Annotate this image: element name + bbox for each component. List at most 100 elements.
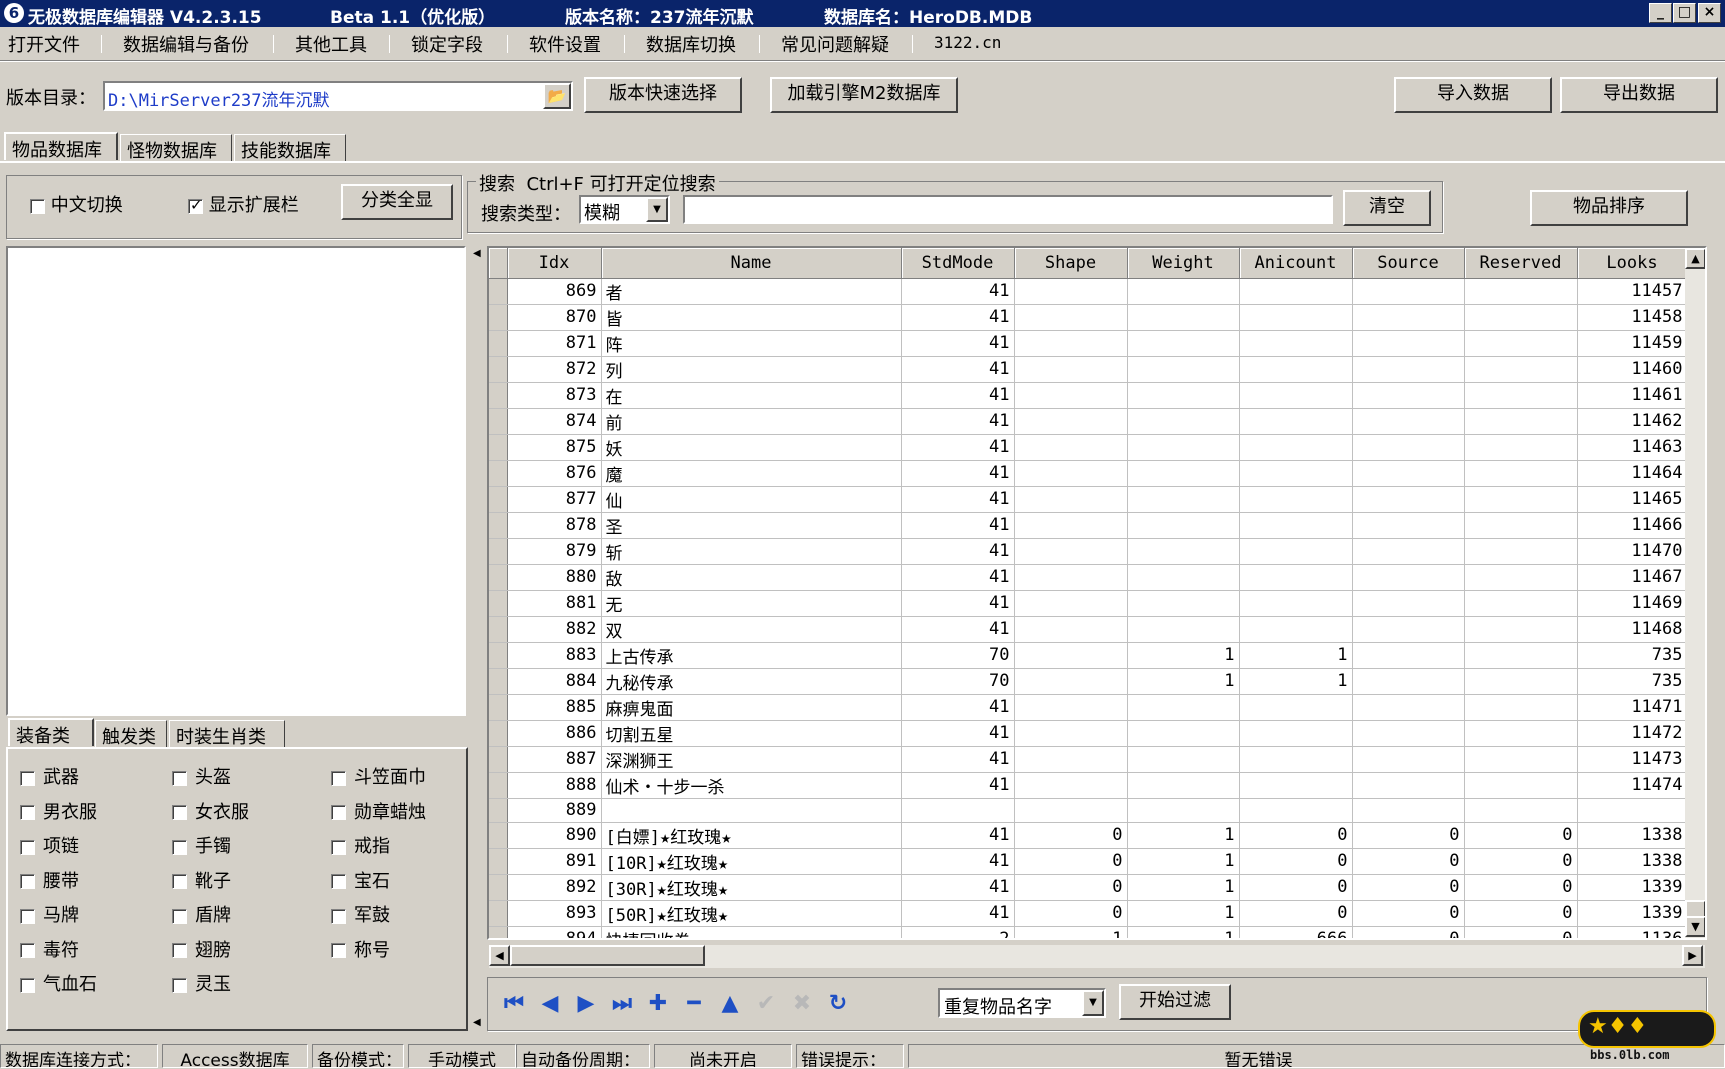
tab-monster-db[interactable]: 怪物数据库: [120, 134, 232, 162]
cell-stdmode[interactable]: 41: [901, 616, 1015, 643]
hscroll-thumb[interactable]: [510, 945, 705, 966]
start-filter-button[interactable]: 开始过滤: [1119, 984, 1231, 1020]
tab-skill-db[interactable]: 技能数据库: [234, 134, 346, 162]
cell-anicount[interactable]: [1239, 772, 1353, 799]
items-grid[interactable]: Idx Name StdMode Shape Weight Anicount Source R…: [487, 246, 1707, 940]
cell-looks[interactable]: 1338: [1577, 822, 1688, 849]
cell-source[interactable]: [1352, 356, 1465, 383]
cell-looks[interactable]: 11459: [1577, 330, 1688, 357]
cell-reserved[interactable]: [1464, 538, 1578, 565]
category-checkbox[interactable]: 戒指: [331, 832, 390, 858]
cell-shape[interactable]: [1014, 668, 1128, 695]
cell-weight[interactable]: [1127, 434, 1240, 461]
scroll-down-icon[interactable]: ▼: [1685, 916, 1705, 937]
cell-name[interactable]: 深渊狮王: [601, 746, 902, 773]
cell-source[interactable]: [1352, 460, 1465, 487]
cell-shape[interactable]: [1014, 746, 1128, 773]
table-row[interactable]: 893 [50R]★红玫瑰★ 41 0 1 0 0 0 1339: [489, 900, 1697, 927]
cell-reserved[interactable]: 0: [1464, 926, 1578, 938]
table-row[interactable]: 887 深渊狮王 41 11473: [489, 746, 1697, 773]
import-button[interactable]: 导入数据: [1394, 77, 1552, 113]
cell-anicount[interactable]: [1239, 590, 1353, 617]
cell-stdmode[interactable]: [901, 798, 1015, 823]
table-row[interactable]: 890 [白嫖]★红玫瑰★ 41 0 1 0 0 0 1338: [489, 822, 1697, 849]
quick-select-button[interactable]: 版本快速选择: [584, 77, 742, 113]
menu-faq[interactable]: 常见问题解疑: [781, 31, 889, 57]
table-row[interactable]: 883 上古传承 70 1 1 735: [489, 642, 1697, 669]
category-box[interactable]: [172, 839, 187, 855]
tab-equipment[interactable]: 装备类: [8, 718, 94, 747]
category-box[interactable]: [172, 770, 187, 786]
cell-weight[interactable]: [1127, 356, 1240, 383]
cell-anicount[interactable]: [1239, 538, 1353, 565]
table-row[interactable]: 880 敌 41 11467: [489, 564, 1697, 591]
cell-stdmode[interactable]: 41: [901, 278, 1015, 305]
cell-stdmode[interactable]: 41: [901, 822, 1015, 849]
cell-reserved[interactable]: [1464, 746, 1578, 773]
menu-db-switch[interactable]: 数据库切换: [646, 31, 736, 57]
cell-idx[interactable]: 893: [507, 900, 602, 927]
cell-weight[interactable]: 1: [1127, 848, 1240, 875]
cell-name[interactable]: 者: [601, 278, 902, 305]
cell-source[interactable]: [1352, 564, 1465, 591]
cell-weight[interactable]: [1127, 564, 1240, 591]
column-header-weight[interactable]: Weight: [1127, 248, 1240, 279]
cell-reserved[interactable]: [1464, 772, 1578, 799]
dir-input[interactable]: D:\MirServer237流年沉默 📂: [103, 81, 573, 111]
table-row[interactable]: 878 圣 41 11466: [489, 512, 1697, 539]
cell-idx[interactable]: 882: [507, 616, 602, 643]
cell-reserved[interactable]: [1464, 564, 1578, 591]
cell-anicount[interactable]: [1239, 304, 1353, 331]
category-checkbox[interactable]: 女衣服: [172, 798, 249, 824]
category-checkbox[interactable]: 宝石: [331, 867, 390, 893]
insert-record-icon[interactable]: ✚: [644, 992, 672, 1018]
category-box[interactable]: [20, 874, 35, 889]
cell-idx[interactable]: 874: [507, 408, 602, 435]
cell-looks[interactable]: 735: [1577, 642, 1688, 669]
cell-anicount[interactable]: 1: [1239, 668, 1353, 695]
chevron-left-icon[interactable]: ◀: [473, 1017, 481, 1028]
scroll-up-icon[interactable]: ▲: [1685, 248, 1705, 269]
cell-stdmode[interactable]: 70: [901, 668, 1015, 695]
cell-stdmode[interactable]: 2: [901, 926, 1015, 938]
close-button[interactable]: ×: [1698, 3, 1721, 23]
category-checkbox[interactable]: 头盔: [172, 763, 231, 789]
cell-source[interactable]: [1352, 382, 1465, 409]
cell-idx[interactable]: 888: [507, 772, 602, 799]
cell-weight[interactable]: [1127, 460, 1240, 487]
cell-weight[interactable]: [1127, 616, 1240, 643]
cell-weight[interactable]: [1127, 304, 1240, 331]
cell-weight[interactable]: [1127, 590, 1240, 617]
cell-weight[interactable]: 1: [1127, 900, 1240, 927]
cell-shape[interactable]: [1014, 694, 1128, 721]
table-row[interactable]: 871 阵 41 11459: [489, 330, 1697, 357]
cell-weight[interactable]: 1: [1127, 822, 1240, 849]
table-row[interactable]: 872 列 41 11460: [489, 356, 1697, 383]
cell-reserved[interactable]: [1464, 278, 1578, 305]
category-checkbox[interactable]: 称号: [331, 936, 390, 962]
cell-reserved[interactable]: [1464, 460, 1578, 487]
cell-idx[interactable]: 879: [507, 538, 602, 565]
category-box[interactable]: [172, 805, 187, 820]
table-row[interactable]: 882 双 41 11468: [489, 616, 1697, 643]
category-box[interactable]: [20, 943, 35, 958]
refresh-icon[interactable]: ↻: [824, 992, 852, 1018]
cell-shape[interactable]: 1: [1014, 926, 1128, 938]
cell-shape[interactable]: [1014, 356, 1128, 383]
category-box[interactable]: [331, 770, 346, 786]
menu-lock-fields[interactable]: 锁定字段: [411, 31, 483, 57]
cell-shape[interactable]: [1014, 538, 1128, 565]
cell-stdmode[interactable]: 41: [901, 694, 1015, 721]
cell-stdmode[interactable]: 41: [901, 900, 1015, 927]
cell-weight[interactable]: [1127, 486, 1240, 513]
cell-anicount[interactable]: [1239, 798, 1353, 823]
cell-looks[interactable]: 11472: [1577, 720, 1688, 747]
clear-button[interactable]: 清空: [1343, 190, 1431, 226]
cell-shape[interactable]: [1014, 460, 1128, 487]
cell-reserved[interactable]: [1464, 330, 1578, 357]
splitter[interactable]: ◀ ◀: [472, 246, 484, 1030]
table-row[interactable]: 875 妖 41 11463: [489, 434, 1697, 461]
category-box[interactable]: [20, 839, 35, 855]
sort-items-button[interactable]: 物品排序: [1530, 190, 1688, 226]
cell-name[interactable]: 仙术・十步一杀: [601, 772, 902, 799]
